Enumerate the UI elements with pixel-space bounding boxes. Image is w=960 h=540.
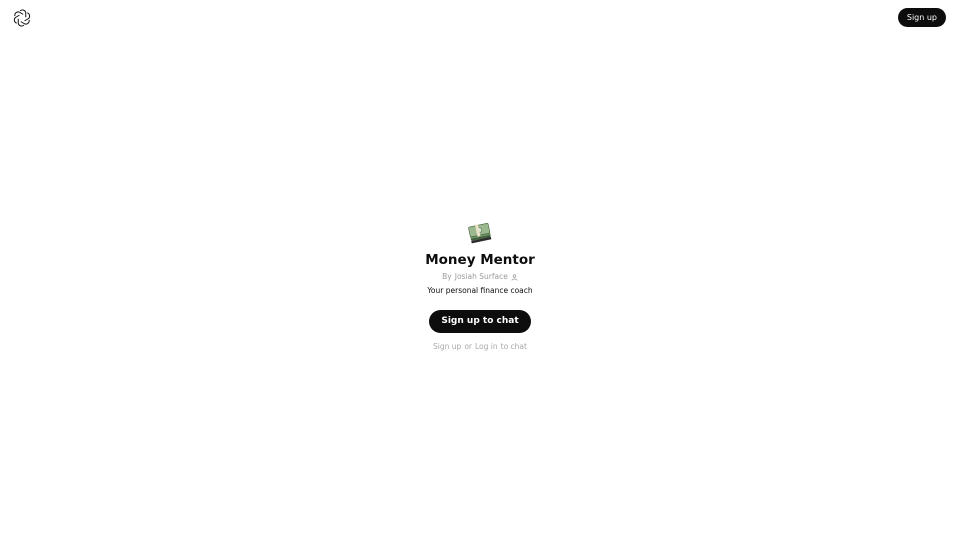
page: Sign up Money Mentor By Josiah Surface Y… [0,0,960,540]
openai-logo-icon[interactable] [13,9,31,27]
footer-login-link[interactable]: Log in [475,342,498,352]
byline-prefix: By [442,272,452,281]
footer-suffix-text: to chat [500,342,527,351]
gpt-title: Money Mentor [425,252,535,268]
gpt-description: Your personal finance coach [427,286,533,295]
footer-or-text: or [464,342,472,351]
author-name[interactable]: Josiah Surface [455,272,508,282]
footer-signup-link[interactable]: Sign up [433,342,461,352]
money-stack-icon [467,222,493,246]
author-byline: By Josiah Surface [442,272,518,282]
auth-footer: Sign up or Log in to chat [433,342,527,352]
person-icon [511,273,518,281]
signup-button[interactable]: Sign up [897,8,946,27]
signup-to-chat-button[interactable]: Sign up to chat [429,310,531,333]
gpt-intro: Money Mentor By Josiah Surface Your pers… [0,222,960,352]
